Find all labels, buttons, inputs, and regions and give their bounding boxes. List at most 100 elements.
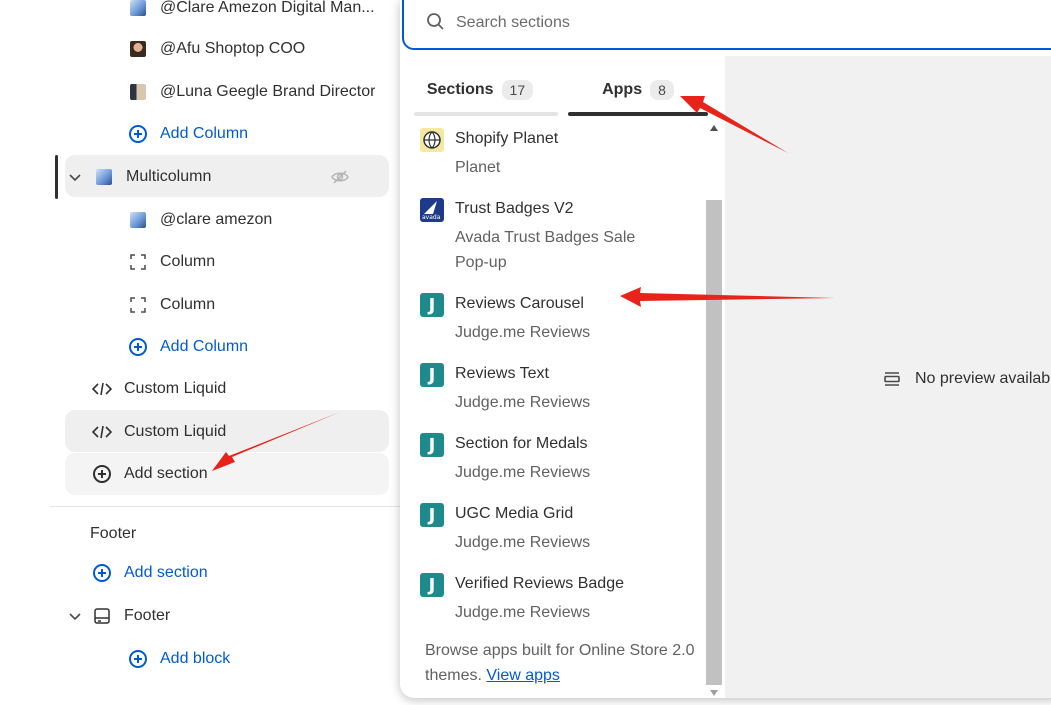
eye-hidden-icon[interactable] <box>330 167 350 192</box>
app-name: Shopify Planet <box>455 130 559 147</box>
tab-label: Sections <box>426 81 494 98</box>
tab-label: Apps <box>602 81 643 98</box>
app-item-section-for-medals[interactable]: J Section for Medals Judge.me Reviews <box>420 421 700 491</box>
app-name: Verified Reviews Badge <box>455 575 624 592</box>
app-item-reviews-text[interactable]: J Reviews Text Judge.me Reviews <box>420 351 700 421</box>
search-box[interactable] <box>402 0 1051 50</box>
sidebar-item-afu-shoptop[interactable]: @Afu Shoptop COO <box>128 29 390 69</box>
sidebar-item-label: Column <box>160 253 216 270</box>
image-icon <box>128 210 148 230</box>
sidebar-item-label: Column <box>160 296 216 313</box>
app-developer: Judge.me Reviews <box>455 464 591 481</box>
image-icon <box>128 82 148 102</box>
add-circle-icon <box>128 649 148 669</box>
code-icon <box>92 422 112 442</box>
chevron-down-icon[interactable] <box>68 170 84 184</box>
app-developer: Planet <box>455 159 501 176</box>
app-developer: Avada Trust Badges Sale Pop-up <box>455 229 636 271</box>
no-preview-text: No preview available <box>915 370 1051 387</box>
image-icon <box>128 0 148 18</box>
app-item-ugc-media-grid[interactable]: J UGC Media Grid Judge.me Reviews <box>420 491 700 561</box>
add-circle-icon <box>92 464 112 484</box>
footer-add-section-button[interactable]: Add section <box>92 553 388 593</box>
selected-indicator <box>55 155 58 199</box>
app-developer: Judge.me Reviews <box>455 534 591 551</box>
add-block-button[interactable]: Add block <box>128 639 390 679</box>
browse-apps-note: Browse apps built for Online Store 2.0 t… <box>425 638 695 688</box>
no-preview-message: No preview available <box>883 370 1051 388</box>
add-section-label: Add section <box>124 465 208 482</box>
judge-me-logo: J <box>420 293 444 317</box>
scroll-down-arrow[interactable] <box>710 690 718 696</box>
sidebar-item-label: @Afu Shoptop COO <box>160 40 306 57</box>
judge-me-logo: J <box>420 433 444 457</box>
tab-apps[interactable]: Apps 8 <box>568 66 708 114</box>
app-item-reviews-carousel[interactable]: J Reviews Carousel Judge.me Reviews <box>420 281 700 351</box>
sidebar-item-multicolumn[interactable]: Multicolumn <box>68 157 388 197</box>
sidebar-item-label: Custom Liquid <box>124 380 227 397</box>
view-apps-link[interactable]: View apps <box>486 667 560 684</box>
app-item-trust-badges[interactable]: avada Trust Badges V2 Avada Trust Badges… <box>420 186 700 281</box>
app-name: Reviews Text <box>455 365 549 382</box>
preview-pane: No preview available <box>725 56 1051 698</box>
sidebar-item-column[interactable]: Column <box>128 242 390 282</box>
add-section-popup: Sections 17 Apps 8 No preview available … <box>400 0 1051 698</box>
search-icon <box>426 12 446 37</box>
scroll-up-arrow[interactable] <box>710 125 718 131</box>
add-column-button[interactable]: Add Column <box>128 327 390 367</box>
tab-bar: Sections 17 Apps 8 <box>400 66 724 116</box>
sidebar-item-clare-amezon-digital[interactable]: @Clare Amezon Digital Man... <box>128 0 390 28</box>
add-circle-icon <box>128 337 148 357</box>
add-column-label: Add Column <box>160 338 249 355</box>
sidebar-item-column[interactable]: Column <box>128 285 390 325</box>
sidebar-item-clare-amezon[interactable]: @clare amezon <box>128 200 390 240</box>
image-icon <box>94 167 114 187</box>
footer-layout-icon <box>92 606 112 626</box>
judge-me-logo: J <box>420 363 444 387</box>
add-circle-icon <box>92 563 112 583</box>
sidebar-item-footer[interactable]: Footer <box>68 596 388 636</box>
add-block-label: Add block <box>160 650 231 667</box>
column-placeholder-icon <box>128 252 148 272</box>
section-layout-icon <box>883 370 901 388</box>
image-icon <box>128 39 148 59</box>
sidebar-item-label: Footer <box>124 607 171 624</box>
sidebar-item-custom-liquid[interactable]: Custom Liquid <box>92 412 388 452</box>
code-icon <box>92 379 112 399</box>
app-name: Section for Medals <box>455 435 588 452</box>
app-list: Shopify Planet Planet avada Trust Badges… <box>400 116 706 698</box>
sidebar-item-label: @Luna Geegle Brand Director <box>160 83 376 100</box>
app-name: UGC Media Grid <box>455 505 574 522</box>
sidebar-item-luna-geegle[interactable]: @Luna Geegle Brand Director <box>128 72 390 112</box>
app-item-verified-reviews-badge[interactable]: J Verified Reviews Badge Judge.me Review… <box>420 561 700 631</box>
footer-heading: Footer <box>90 514 290 554</box>
tab-count-badge: 8 <box>650 80 674 100</box>
search-input[interactable] <box>454 13 858 33</box>
sidebar-item-custom-liquid[interactable]: Custom Liquid <box>92 369 388 409</box>
sidebar-item-label: Multicolumn <box>126 168 212 185</box>
app-name: Trust Badges V2 <box>455 200 574 217</box>
sidebar-divider <box>50 506 400 507</box>
globe-icon <box>420 128 444 152</box>
add-circle-icon <box>128 124 148 144</box>
sidebar-item-label: Custom Liquid <box>124 423 227 440</box>
tab-sections[interactable]: Sections 17 <box>400 66 560 114</box>
judge-me-logo: J <box>420 573 444 597</box>
add-section-button[interactable]: Add section <box>92 454 388 494</box>
judge-me-logo: J <box>420 503 444 527</box>
app-item-shopify-planet[interactable]: Shopify Planet Planet <box>420 116 700 186</box>
scrollbar-thumb[interactable] <box>706 200 722 685</box>
app-name: Reviews Carousel <box>455 295 584 312</box>
column-placeholder-icon <box>128 295 148 315</box>
sidebar-item-label: @clare amezon <box>160 211 273 228</box>
app-developer: Judge.me Reviews <box>455 604 591 621</box>
chevron-down-icon[interactable] <box>68 609 84 623</box>
add-column-button[interactable]: Add Column <box>128 114 390 154</box>
app-developer: Judge.me Reviews <box>455 324 591 341</box>
app-developer: Judge.me Reviews <box>455 394 591 411</box>
sidebar-item-label: @Clare Amezon Digital Man... <box>160 0 375 16</box>
tab-count-badge: 17 <box>501 80 534 100</box>
left-strip <box>0 0 51 705</box>
add-column-label: Add Column <box>160 125 249 142</box>
avada-logo: avada <box>420 198 444 222</box>
